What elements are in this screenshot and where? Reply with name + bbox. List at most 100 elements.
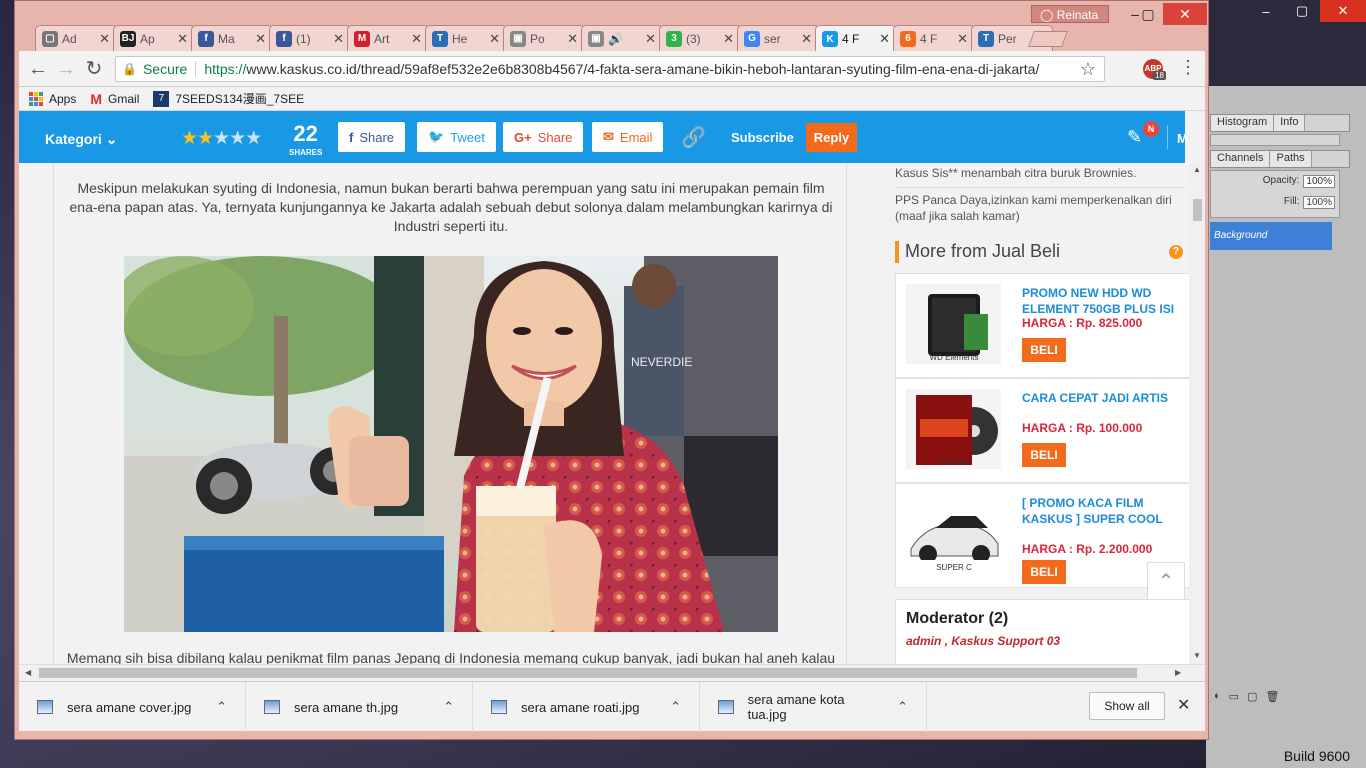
show-all-downloads-button[interactable]: Show all <box>1089 692 1165 720</box>
forward-icon[interactable]: → <box>55 59 77 81</box>
facebook-share-button[interactable]: f Share <box>338 122 406 152</box>
tab-channels[interactable]: Channels <box>1211 151 1271 167</box>
new-tab-button[interactable] <box>1028 31 1068 47</box>
product-name[interactable]: [ PROMO KACA FILM KASKUS ] SUPER COOL <box>1022 496 1182 527</box>
tab-info[interactable]: Info <box>1274 115 1306 131</box>
sidebar-thread-link[interactable]: PPS Panca Daya,izinkan kami memperkenalk… <box>895 192 1185 224</box>
profile-button[interactable]: ◯ Reinata <box>1031 5 1109 23</box>
tab-close-icon[interactable]: ✕ <box>411 31 422 47</box>
browser-tab[interactable]: f Ma ✕ <box>191 25 273 51</box>
chevron-up-icon[interactable]: ⌃ <box>216 699 227 715</box>
star-icon[interactable]: ★ <box>245 128 262 149</box>
reply-button[interactable]: Reply <box>806 123 857 152</box>
fill-field[interactable]: 100% <box>1303 196 1335 209</box>
scroll-down-icon[interactable]: ▼ <box>1193 651 1201 660</box>
subscribe-button[interactable]: Subscribe <box>731 130 794 145</box>
notification-badge[interactable]: N <box>1143 121 1159 137</box>
url-text[interactable]: https://www.kaskus.co.id/thread/59af8ef5… <box>204 61 1039 77</box>
browser-tab[interactable]: BJ Ap ✕ <box>113 25 195 51</box>
product-name[interactable]: CARA CEPAT JADI ARTIS <box>1022 391 1182 407</box>
bookmark-gmail[interactable]: M Gmail <box>90 91 139 107</box>
browser-tab[interactable]: T He ✕ <box>425 25 507 51</box>
scroll-left-icon[interactable]: ◀ <box>25 668 31 677</box>
tab-close-icon[interactable]: ✕ <box>177 31 188 47</box>
close-icon[interactable]: ✕ <box>1320 0 1366 22</box>
close-window-button[interactable]: ✕ <box>1163 3 1207 25</box>
browser-tab[interactable]: ▢ Ad ✕ <box>35 25 117 51</box>
download-item[interactable]: sera amane kota tua.jpg ⌃ <box>700 682 927 732</box>
rating-stars[interactable]: ★★★★★ <box>181 127 262 150</box>
tab-close-icon[interactable]: ✕ <box>723 31 734 47</box>
download-item[interactable]: sera amane th.jpg ⌃ <box>246 682 473 732</box>
close-icon[interactable]: ✕ <box>1177 695 1190 715</box>
buy-button[interactable]: BELI <box>1022 338 1066 362</box>
browser-tab[interactable]: M Art ✕ <box>347 25 429 51</box>
download-item[interactable]: sera amane roati.jpg ⌃ <box>473 682 700 732</box>
tab-histogram[interactable]: Histogram <box>1211 115 1275 131</box>
bookmark-star-icon[interactable]: ☆ <box>1080 59 1096 80</box>
trash-icon[interactable]: 🗑 <box>1265 690 1279 706</box>
scroll-right-icon[interactable]: ▶ <box>1175 668 1181 677</box>
browser-tab[interactable]: K 4 F ✕ <box>815 25 897 52</box>
browser-tab[interactable]: Gser ✕ <box>737 25 819 51</box>
tab-close-icon[interactable]: ✕ <box>957 31 968 47</box>
tab-close-icon[interactable]: ✕ <box>879 31 890 47</box>
reload-icon[interactable]: ↻ <box>83 59 105 81</box>
minimize-icon[interactable]: – <box>1248 0 1284 22</box>
browser-tab[interactable]: 6 4 F ✕ <box>893 25 975 51</box>
maximize-icon[interactable]: ▢ <box>1284 0 1320 22</box>
star-icon[interactable]: ★ <box>213 128 230 149</box>
product-card[interactable]: Jadi Artis CARA CEPAT JADI ARTIS HARGA : R… <box>895 378 1191 483</box>
product-card[interactable]: WD Elements PROMO NEW HDD WD ELEMENT 750G… <box>895 273 1191 378</box>
tab-close-icon[interactable]: ✕ <box>801 31 812 47</box>
pencil-icon[interactable]: ✎ <box>1127 127 1142 148</box>
chevron-up-icon[interactable]: ⌃ <box>443 699 454 715</box>
tab-close-icon[interactable]: ✕ <box>99 31 110 47</box>
help-icon[interactable]: ? <box>1169 245 1183 259</box>
folder-icon[interactable]: ▭ <box>1229 690 1239 706</box>
bookmark-apps[interactable]: Apps <box>29 91 76 106</box>
product-image[interactable]: WD Elements <box>906 284 1001 364</box>
scroll-up-icon[interactable]: ▲ <box>1193 165 1201 174</box>
browser-tab[interactable]: 3 (3) ✕ <box>659 25 741 51</box>
tab-close-icon[interactable]: ✕ <box>333 31 344 47</box>
vertical-scrollbar[interactable]: ▲ ▼ <box>1189 163 1205 664</box>
sidebar-thread-link[interactable]: Kasus Sis** menambah citra buruk Brownie… <box>895 165 1185 181</box>
scrollbar-thumb[interactable] <box>1193 199 1202 221</box>
download-item[interactable]: sera amane cover.jpg ⌃ <box>19 682 246 732</box>
tab-close-icon[interactable]: ✕ <box>489 31 500 47</box>
new-layer-icon[interactable]: ▢ <box>1247 690 1257 706</box>
kategori-dropdown[interactable]: Kategori ⌄ <box>45 131 117 148</box>
chrome-menu-icon[interactable]: ⋮ <box>1179 57 1197 78</box>
tab-close-icon[interactable]: ✕ <box>255 31 266 47</box>
product-image[interactable]: Jadi Artis <box>906 389 1001 469</box>
layer-style-icon[interactable]: ◐ <box>1214 690 1221 706</box>
tab-paths[interactable]: Paths <box>1270 151 1312 167</box>
email-share-button[interactable]: ✉ Email <box>592 122 664 152</box>
chevron-up-icon[interactable]: ⌃ <box>670 699 681 715</box>
star-icon[interactable]: ★ <box>197 128 214 149</box>
more-menu[interactable]: M <box>1177 131 1188 146</box>
twitter-share-button[interactable]: 🐦 Tweet <box>417 122 496 152</box>
horizontal-scrollbar[interactable]: ◀ ▶ <box>19 664 1205 681</box>
browser-tab[interactable]: ▣ 🔊 ✕ <box>581 25 663 51</box>
tab-close-icon[interactable]: ✕ <box>567 31 578 47</box>
star-icon[interactable]: ★ <box>229 128 246 149</box>
tab-close-icon[interactable]: ✕ <box>645 31 656 47</box>
browser-tab[interactable]: ▣ Po ✕ <box>503 25 585 51</box>
product-image[interactable]: SUPER C <box>906 494 1001 574</box>
layer-background[interactable]: Background <box>1210 222 1332 250</box>
back-icon[interactable]: ← <box>27 59 49 81</box>
buy-button[interactable]: BELI <box>1022 560 1066 584</box>
opacity-field[interactable]: 100% <box>1303 175 1335 188</box>
address-bar[interactable]: 🔒 Secure https://www.kaskus.co.id/thread… <box>115 56 1105 82</box>
googleplus-share-button[interactable]: G+ Share <box>503 122 584 152</box>
buy-button[interactable]: BELI <box>1022 443 1066 467</box>
browser-tab[interactable]: f (1) ✕ <box>269 25 351 51</box>
link-icon[interactable]: 🔗 <box>681 125 706 150</box>
chevron-up-icon[interactable]: ⌃ <box>897 699 908 715</box>
product-name[interactable]: PROMO NEW HDD WD ELEMENT 750GB PLUS ISI <box>1022 286 1182 317</box>
scroll-to-top-button[interactable]: ⌃ <box>1147 562 1185 600</box>
star-icon[interactable]: ★ <box>181 128 198 149</box>
bookmark-7seeds[interactable]: 7 7SEEDS134漫画_7SEE <box>153 90 304 107</box>
